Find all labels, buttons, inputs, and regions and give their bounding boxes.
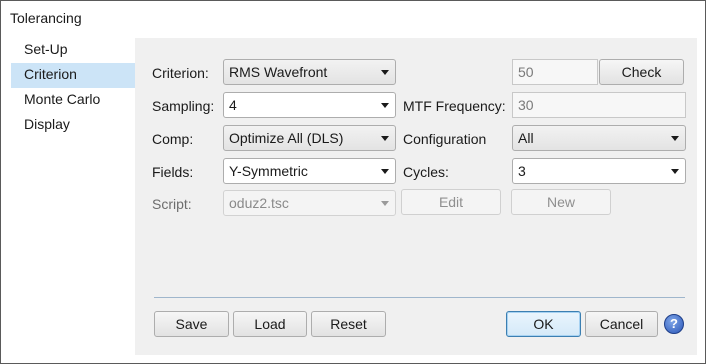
criterion-value-field[interactable]: 50 <box>512 59 598 85</box>
cycles-label: Cycles: <box>403 164 449 180</box>
chevron-down-icon <box>381 136 389 141</box>
chevron-down-icon <box>381 103 389 108</box>
window-title: Tolerancing <box>10 10 82 26</box>
footer-divider <box>154 297 685 298</box>
cycles-dropdown-value: 3 <box>518 163 526 179</box>
configuration-dropdown[interactable]: All <box>512 125 686 151</box>
cancel-button[interactable]: Cancel <box>585 311 658 337</box>
criterion-dropdown-value: RMS Wavefront <box>229 64 328 80</box>
new-button[interactable]: New <box>511 189 611 215</box>
comp-dropdown[interactable]: Optimize All (DLS) <box>223 125 396 151</box>
chevron-down-icon <box>671 169 679 174</box>
sidebar-item-monte-carlo[interactable]: Monte Carlo <box>11 88 135 113</box>
mtf-frequency-label: MTF Frequency: <box>403 98 506 114</box>
chevron-down-icon <box>381 70 389 75</box>
fields-dropdown[interactable]: Y-Symmetric <box>223 158 396 184</box>
edit-button[interactable]: Edit <box>401 189 501 215</box>
sidebar-item-criterion[interactable]: Criterion <box>11 63 135 88</box>
configuration-dropdown-value: All <box>518 130 534 146</box>
ok-button[interactable]: OK <box>506 311 581 337</box>
sidebar-nav: Set-Up Criterion Monte Carlo Display <box>11 38 135 355</box>
script-dropdown-value: oduz2.tsc <box>229 195 289 211</box>
chevron-down-icon <box>671 136 679 141</box>
fields-dropdown-value: Y-Symmetric <box>229 163 308 179</box>
help-icon[interactable]: ? <box>664 314 684 334</box>
criterion-label: Criterion: <box>152 65 209 81</box>
check-button[interactable]: Check <box>599 59 684 85</box>
load-button[interactable]: Load <box>233 311 307 337</box>
sidebar-item-display[interactable]: Display <box>11 113 135 138</box>
sidebar-item-set-up[interactable]: Set-Up <box>11 38 135 63</box>
sampling-label: Sampling: <box>152 98 215 114</box>
criterion-dropdown[interactable]: RMS Wavefront <box>223 59 396 85</box>
save-button[interactable]: Save <box>154 311 229 337</box>
cycles-dropdown[interactable]: 3 <box>512 158 686 184</box>
script-dropdown[interactable]: oduz2.tsc <box>223 190 396 216</box>
comp-dropdown-value: Optimize All (DLS) <box>229 130 344 146</box>
mtf-frequency-field[interactable]: 30 <box>512 92 686 118</box>
fields-label: Fields: <box>152 164 194 180</box>
sampling-dropdown[interactable]: 4 <box>223 92 396 118</box>
script-label: Script: <box>152 196 192 212</box>
chevron-down-icon <box>381 169 389 174</box>
configuration-label: Configuration <box>403 131 487 147</box>
chevron-down-icon <box>381 201 389 206</box>
tolerancing-dialog: Tolerancing Set-Up Criterion Monte Carlo… <box>0 0 706 364</box>
comp-label: Comp: <box>152 131 194 147</box>
sampling-dropdown-value: 4 <box>229 97 237 113</box>
reset-button[interactable]: Reset <box>311 311 386 337</box>
